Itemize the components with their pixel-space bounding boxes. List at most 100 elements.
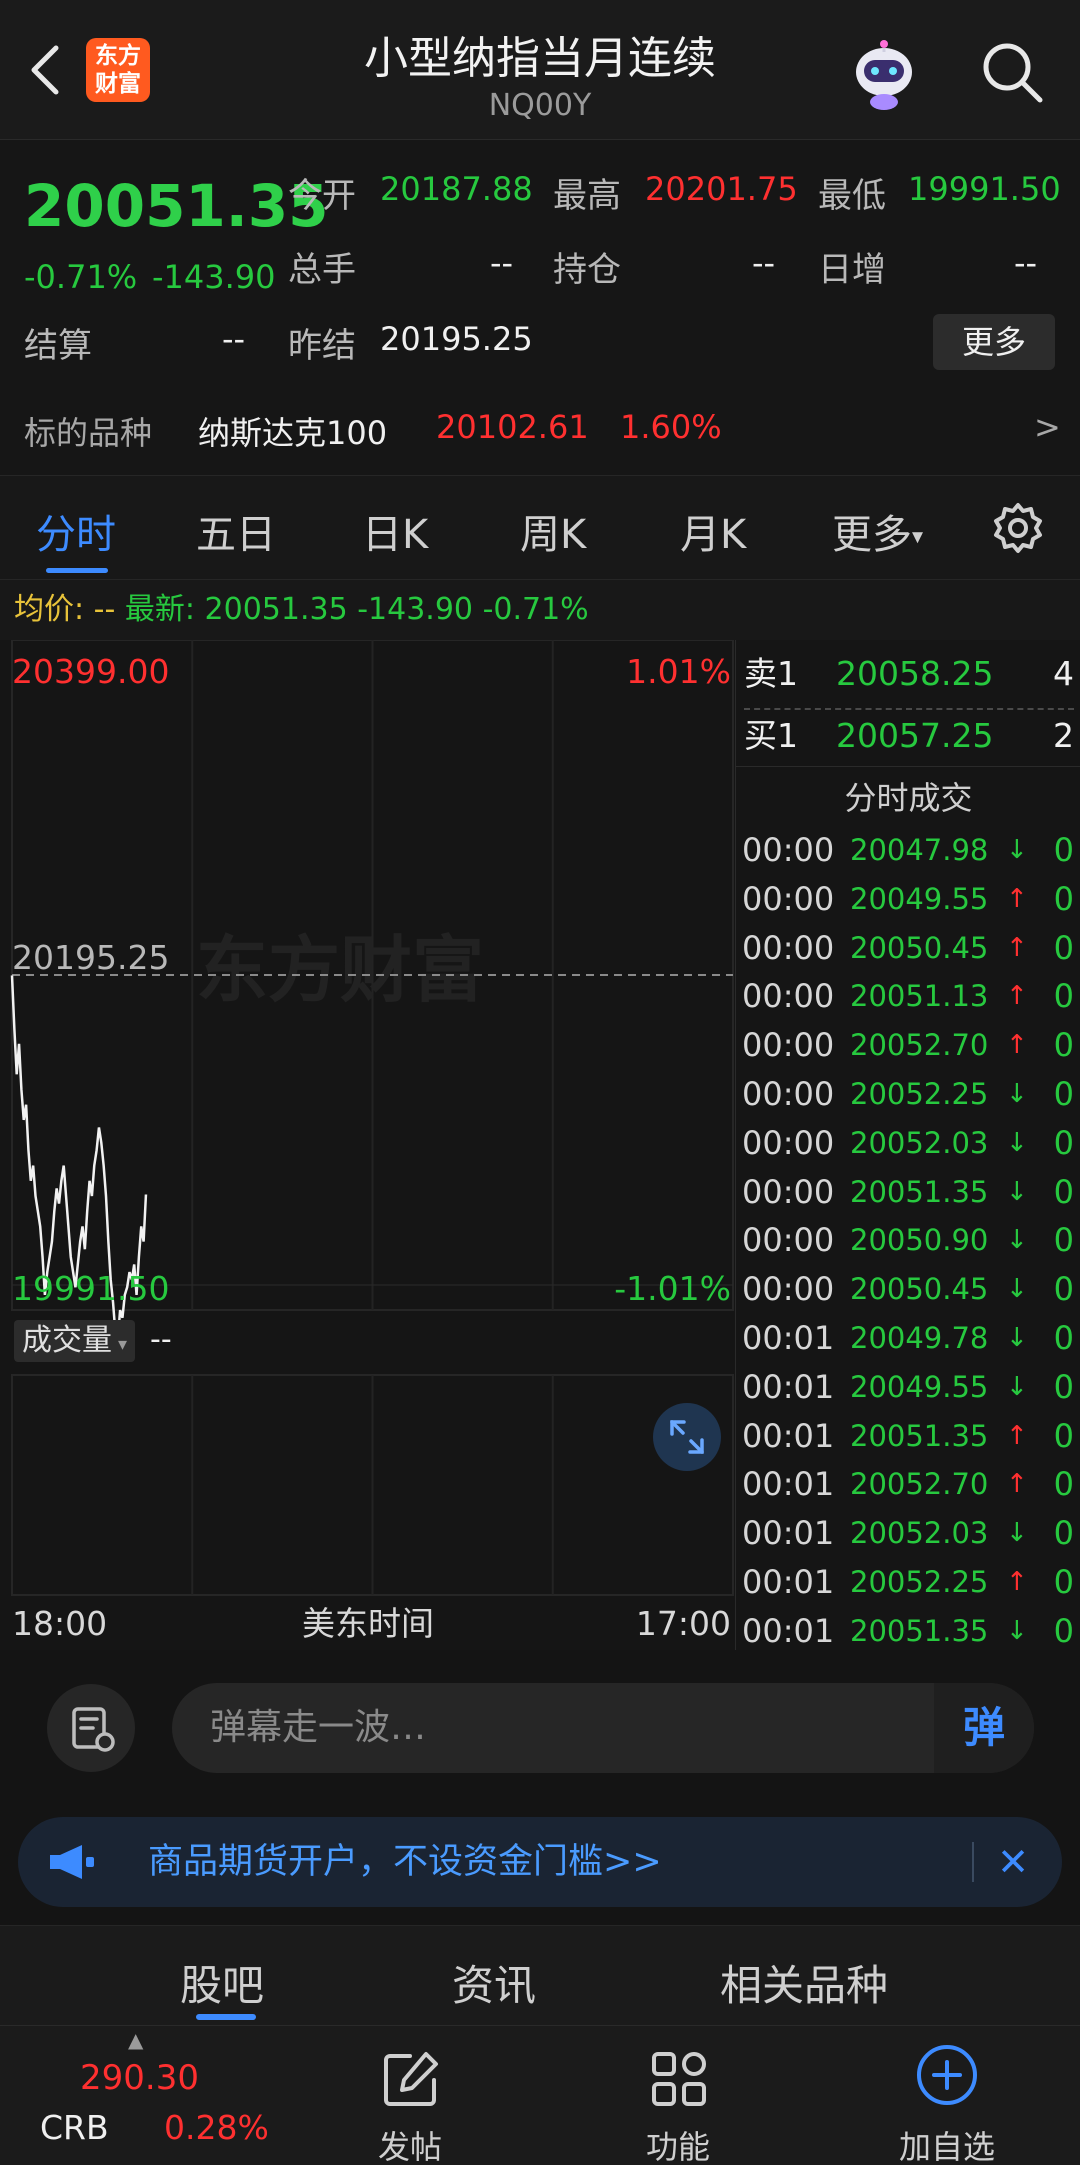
buy-1-row[interactable]: 买1 20057.25 2: [744, 706, 1074, 766]
danmu-input-field[interactable]: 弹幕走一波… 弹: [172, 1683, 1034, 1773]
trade-volume: 0: [1053, 1026, 1074, 1065]
tab-five-day[interactable]: 五日: [196, 502, 276, 560]
y-bottom-label: 19991.50: [12, 1269, 169, 1308]
avg-label: 均价:: [14, 592, 85, 627]
danmu-send-button[interactable]: 弹: [934, 1683, 1034, 1773]
trade-volume: 0: [1053, 1563, 1074, 1601]
underlying-price: 20102.61: [436, 408, 589, 446]
chart-grid: [11, 639, 734, 1596]
trade-time: 00:00: [742, 879, 835, 918]
trade-direction-icon: ↑: [1006, 1420, 1028, 1451]
trade-time: 00:01: [742, 1319, 835, 1357]
intraday-chart[interactable]: 东方财富 20399.00 1.01% 20195.25 19991.50 -1…: [0, 639, 735, 1650]
trade-price: 20049.55: [850, 881, 989, 916]
caret-down-icon: ▾: [118, 1334, 128, 1355]
trade-price: 20052.70: [850, 1467, 989, 1502]
notes-icon[interactable]: [46, 1683, 136, 1773]
x-start-label: 18:00: [12, 1604, 107, 1643]
robot-assistant-icon[interactable]: [844, 34, 924, 114]
trade-volume: 0: [1053, 1465, 1074, 1504]
trade-time: 00:00: [742, 1075, 835, 1113]
tab-monthly-k[interactable]: 月K: [680, 502, 746, 560]
trade-direction-icon: ↓: [1006, 1176, 1028, 1207]
sell-1-row[interactable]: 卖1 20058.25 4: [744, 644, 1074, 704]
expand-icon[interactable]: [652, 1402, 722, 1472]
sell-1-label: 卖1: [744, 654, 798, 693]
trade-direction-icon: ↓: [1006, 835, 1028, 865]
quote-panel: 20051.35 -0.71% -143.90 今开 20187.88 最高 2…: [0, 140, 1080, 475]
pct-top-label: 1.01%: [626, 652, 731, 691]
trade-volume: 0: [1053, 831, 1074, 869]
buy-1-label: 买1: [744, 716, 798, 755]
tab-guba[interactable]: 股吧: [180, 1952, 264, 2013]
low-value: 19991.50: [908, 170, 1061, 208]
trade-time: 00:00: [742, 1221, 835, 1260]
volume-indicator-value: --: [150, 1322, 172, 1357]
trade-direction-icon: ↓: [1006, 1323, 1028, 1353]
chart-svg[interactable]: 东方财富 20399.00 1.01% 20195.25 19991.50 -1…: [0, 639, 735, 1650]
tab-intraday[interactable]: 分时: [36, 502, 116, 560]
trade-time: 00:01: [742, 1611, 835, 1650]
settle-label: 结算: [24, 326, 92, 366]
change-pct: -0.71%: [24, 258, 138, 296]
trade-volume: 0: [1053, 1123, 1074, 1162]
edit-post-icon[interactable]: [380, 2048, 442, 2110]
trade-volume: 0: [1053, 1367, 1074, 1406]
trade-time: 00:01: [742, 1416, 835, 1455]
tab-daily-k[interactable]: 日K: [362, 502, 428, 560]
open-label: 今开: [288, 176, 356, 216]
logo-text-1: 东方: [95, 43, 141, 69]
tab-weekly-k[interactable]: 周K: [520, 502, 586, 560]
tab-related[interactable]: 相关品种: [720, 1952, 888, 2013]
trade-direction-icon: ↓: [1006, 1274, 1028, 1305]
trade-volume: 0: [1053, 1514, 1074, 1553]
trade-time: 00:00: [742, 977, 835, 1016]
trade-row: 00:01 20049.78 ↓ 0: [742, 1314, 1076, 1363]
post-label[interactable]: 发帖: [340, 2122, 480, 2165]
trade-price: 20051.13: [850, 979, 989, 1014]
add-watchlist-label[interactable]: 加自选: [877, 2122, 1017, 2165]
volume-value: --: [490, 244, 514, 282]
trade-row: 00:00 20052.70 ↑ 0: [742, 1021, 1076, 1070]
trade-price: 20051.35: [850, 1418, 989, 1453]
underlying-name[interactable]: 纳斯达克100: [198, 408, 387, 454]
banner-close-icon[interactable]: ✕: [988, 1817, 1038, 1907]
trade-time: 00:01: [742, 1465, 835, 1504]
more-button[interactable]: 更多: [933, 314, 1055, 370]
volume-label: 总手: [288, 250, 356, 290]
trade-row: 00:01 20052.25 ↑ 0: [742, 1558, 1076, 1607]
trade-direction-icon: ↓: [1006, 1127, 1028, 1158]
oi-value: --: [752, 244, 776, 282]
settings-gear-icon[interactable]: [990, 500, 1046, 556]
trade-price: 20049.55: [850, 1369, 989, 1404]
grid-function-icon[interactable]: [648, 2048, 710, 2110]
trade-time: 00:00: [742, 1123, 835, 1162]
promo-banner[interactable]: 商品期货开户，不设资金门槛>> ✕: [18, 1817, 1062, 1907]
trade-row: 00:00 20047.98 ↓ 0: [742, 826, 1076, 875]
bottom-toolbar: ▲ 290.30 CRB 0.28% 发帖 功能 加自选: [0, 2025, 1080, 2165]
last-price: 20051.35: [24, 172, 329, 240]
volume-indicator-selector[interactable]: 成交量 ▾: [14, 1320, 136, 1362]
crb-index-widget[interactable]: ▲ 290.30 CRB 0.28%: [0, 2026, 269, 2165]
function-label[interactable]: 功能: [608, 2122, 748, 2165]
tab-more[interactable]: 更多▾: [832, 502, 923, 560]
add-watchlist-icon[interactable]: [914, 2042, 980, 2108]
trade-time: 00:00: [742, 831, 835, 869]
trade-direction-icon: ↑: [1006, 981, 1028, 1012]
buy-1-volume: 2: [1053, 716, 1074, 755]
crb-label: CRB: [40, 2108, 109, 2147]
trade-volume: 0: [1053, 977, 1074, 1016]
trade-direction-icon: ↓: [1006, 1518, 1028, 1549]
trade-volume: 0: [1053, 1221, 1074, 1260]
trade-row: 00:00 20050.90 ↓ 0: [742, 1216, 1076, 1265]
chevron-right-icon[interactable]: >: [1034, 408, 1061, 446]
tab-news[interactable]: 资讯: [452, 1952, 536, 2013]
search-icon[interactable]: [976, 36, 1048, 108]
trade-volume: 0: [1053, 1416, 1074, 1455]
trade-row: 00:01 20049.55 ↓ 0: [742, 1363, 1076, 1412]
low-label: 最低: [818, 176, 886, 216]
back-arrow-icon[interactable]: [26, 40, 66, 100]
trade-direction-icon: ↑: [1006, 883, 1028, 914]
oi-label: 持仓: [553, 250, 621, 290]
volume-indicator-label: 成交量: [22, 1323, 112, 1358]
